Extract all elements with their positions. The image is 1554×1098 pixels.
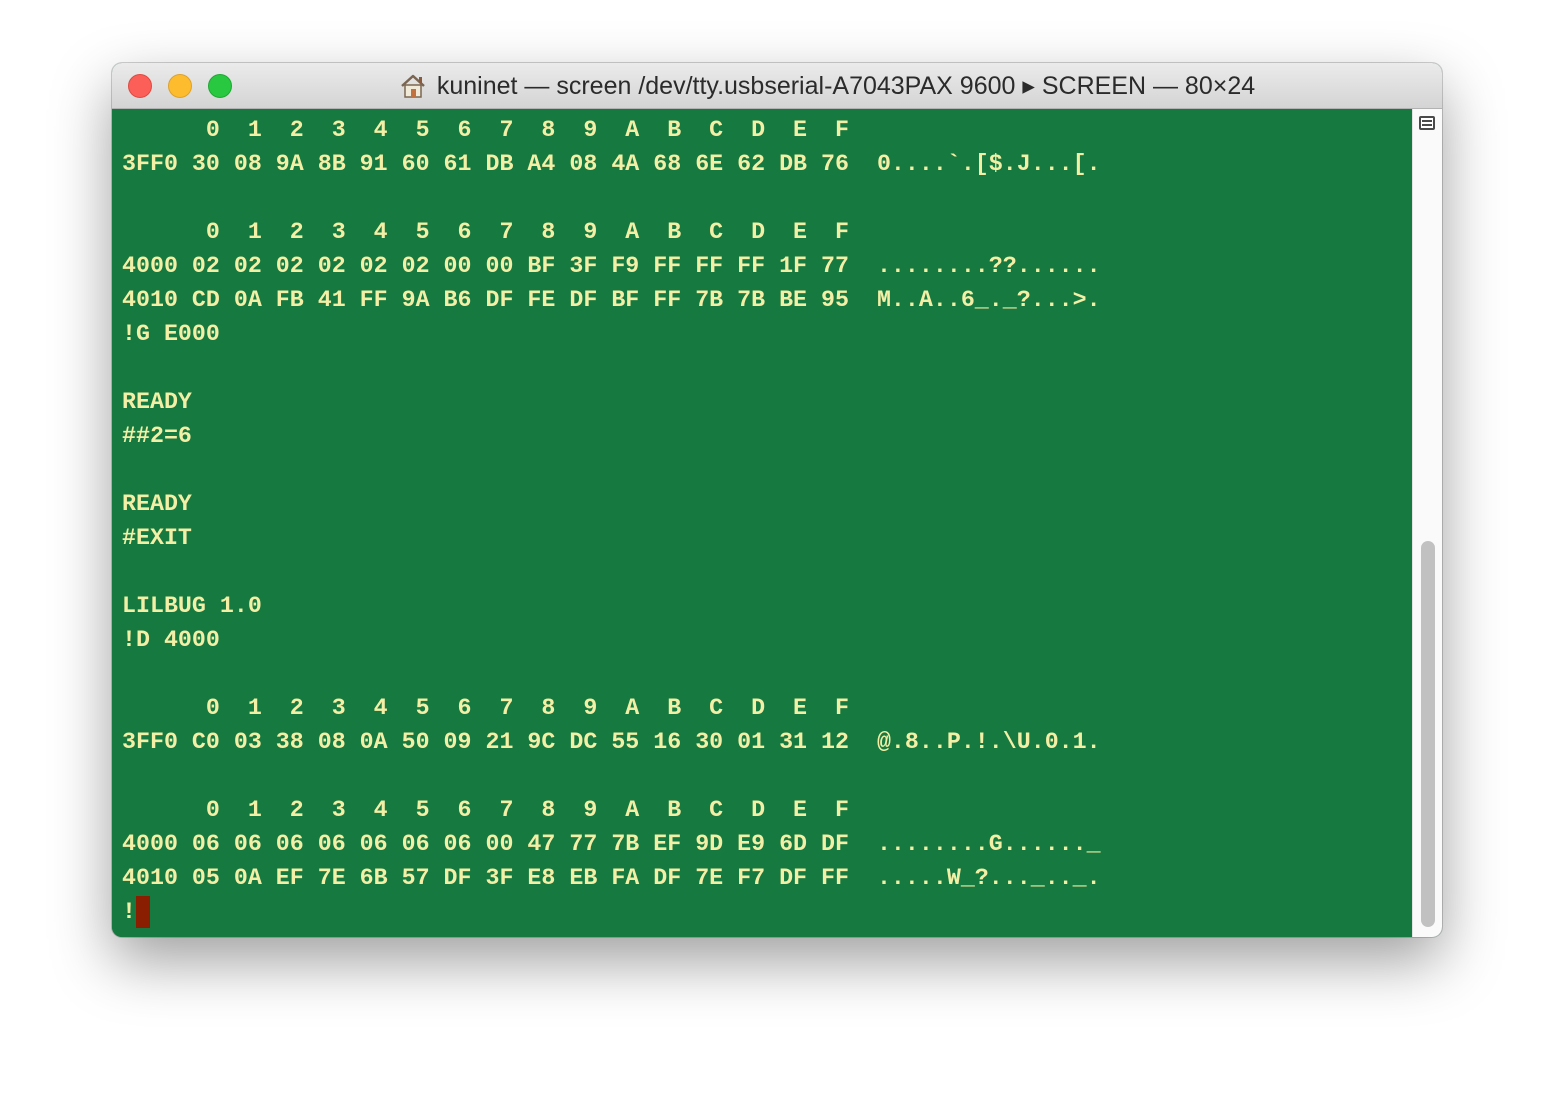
terminal-line: 4010 05 0A EF 7E 6B 57 DF 3F E8 EB FA DF… <box>122 865 1101 891</box>
home-folder-icon <box>399 72 427 100</box>
terminal-line: #EXIT <box>122 525 192 551</box>
terminal-line: 3FF0 C0 03 38 08 0A 50 09 21 9C DC 55 16… <box>122 729 1101 755</box>
vertical-scrollbar[interactable] <box>1412 109 1442 937</box>
terminal-line: 0 1 2 3 4 5 6 7 8 9 A B C D E F <box>122 695 849 721</box>
terminal-line: 4010 CD 0A FB 41 FF 9A B6 DF FE DF BF FF… <box>122 287 1101 313</box>
terminal-line: 4000 02 02 02 02 02 02 00 00 BF 3F F9 FF… <box>122 253 1101 279</box>
terminal-line: ##2=6 <box>122 423 192 449</box>
title-bar[interactable]: kuninet — screen /dev/tty.usbserial-A704… <box>112 63 1442 109</box>
terminal-line: 0 1 2 3 4 5 6 7 8 9 A B C D E F <box>122 117 849 143</box>
terminal-line: ! <box>122 895 1412 929</box>
scrollbar-thumb[interactable] <box>1421 541 1435 927</box>
terminal-line: LILBUG 1.0 <box>122 593 262 619</box>
window-title: kuninet — screen /dev/tty.usbserial-A704… <box>436 72 1256 100</box>
zoom-button[interactable] <box>208 74 232 98</box>
terminal-output[interactable]: 0 1 2 3 4 5 6 7 8 9 A B C D E F 3FF0 30 0… <box>112 109 1412 937</box>
text-cursor <box>135 896 150 928</box>
terminal-line: 4000 06 06 06 06 06 06 06 00 47 77 7B EF… <box>122 831 1101 857</box>
terminal-window: kuninet — screen /dev/tty.usbserial-A704… <box>112 63 1442 937</box>
window-title-container: kuninet — screen /dev/tty.usbserial-A704… <box>312 63 1342 109</box>
terminal-line: !D 4000 <box>122 627 220 653</box>
split-pane-icon[interactable] <box>1419 116 1435 130</box>
terminal-line: !G E000 <box>122 321 220 347</box>
terminal-line: 3FF0 30 08 9A 8B 91 60 61 DB A4 08 4A 68… <box>122 151 1101 177</box>
terminal-line: 0 1 2 3 4 5 6 7 8 9 A B C D E F <box>122 797 849 823</box>
close-button[interactable] <box>128 74 152 98</box>
terminal-line: 0 1 2 3 4 5 6 7 8 9 A B C D E F <box>122 219 849 245</box>
terminal-line: READY <box>122 491 192 517</box>
minimize-button[interactable] <box>168 74 192 98</box>
terminal-line: READY <box>122 389 192 415</box>
